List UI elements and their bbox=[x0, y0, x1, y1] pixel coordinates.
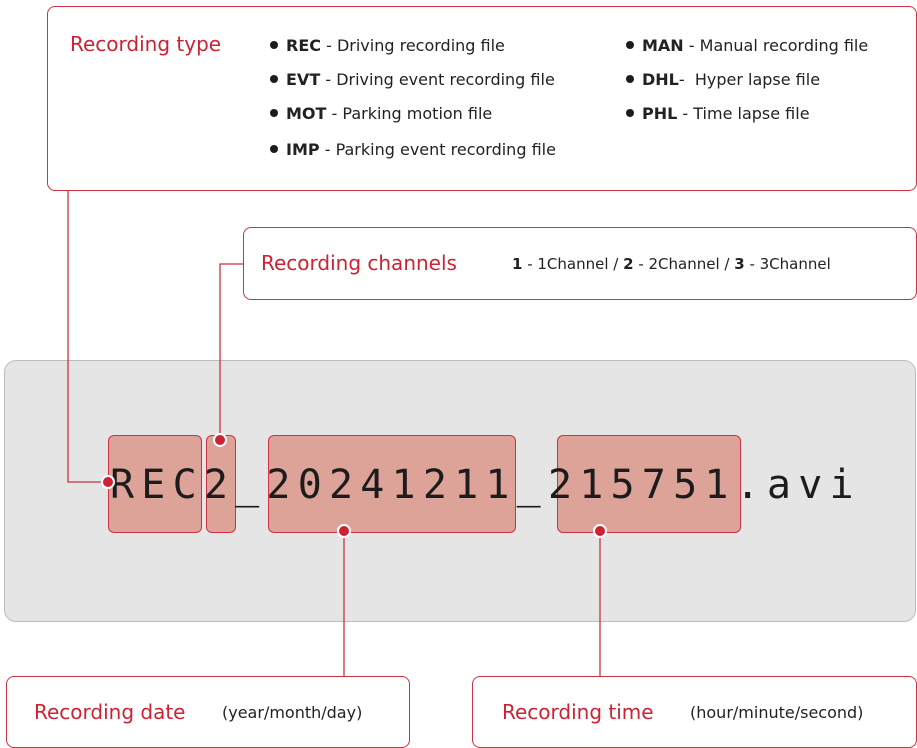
recording-time-title: Recording time bbox=[502, 700, 654, 724]
marker-recording-channels bbox=[213, 433, 227, 447]
recording-time-hint: (hour/minute/second) bbox=[690, 703, 864, 722]
marker-recording-time bbox=[593, 524, 607, 538]
marker-recording-type bbox=[101, 475, 115, 489]
recording-date-title: Recording date bbox=[34, 700, 186, 724]
connector-recording-channels bbox=[219, 263, 243, 440]
recording-date-hint: (year/month/day) bbox=[222, 703, 363, 722]
connector-lines bbox=[67, 191, 607, 676]
marker-recording-date bbox=[337, 524, 351, 538]
connector-recording-type bbox=[67, 191, 108, 483]
